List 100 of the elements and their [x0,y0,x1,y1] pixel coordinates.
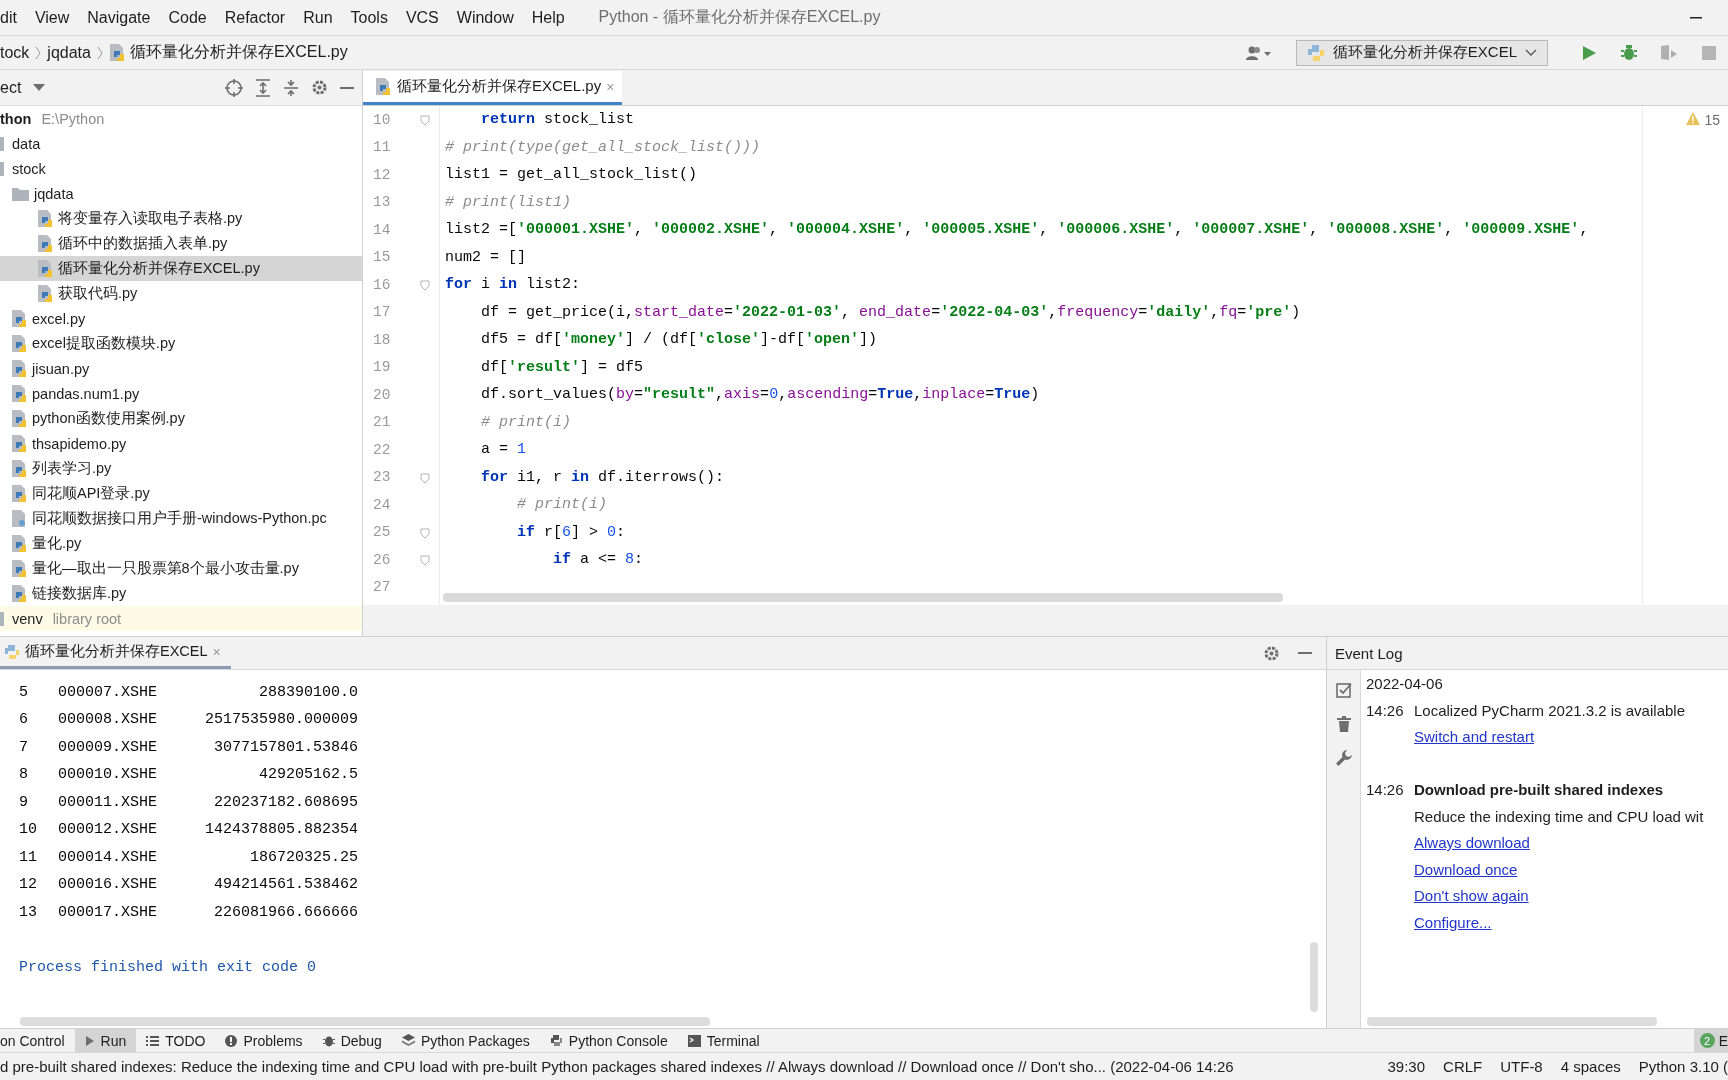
line-number: 17 [373,304,391,321]
fold-marker-icon[interactable] [420,472,430,484]
tree-item[interactable]: data [12,135,41,152]
tool-window-button[interactable]: Problems [215,1029,313,1052]
tree-item[interactable]: jqdata [34,185,74,202]
tree-item[interactable]: venv [12,610,43,627]
menu-item[interactable]: Tools [341,0,397,35]
tool-window-button[interactable]: Run [74,1029,137,1052]
tool-window-button[interactable]: Python Packages [391,1029,540,1052]
menu-item[interactable]: Navigate [78,0,160,35]
status-item[interactable]: UTF-8 [1500,1058,1543,1075]
tree-item[interactable]: 同花顺API登录.py [32,484,150,503]
output-index: 11 [18,848,38,866]
output-symbol: 000017.XSHE [58,903,159,921]
code-line: if a <= 8: [552,551,644,569]
python-file-icon [37,259,54,278]
output-value: 220237182.608695 [212,793,358,811]
breadcrumb[interactable]: 循环量化分析并保存EXCEL.py [129,42,348,63]
status-item[interactable]: 39:30 [1387,1058,1426,1075]
menu-item[interactable]: dit [0,0,26,35]
layers-icon [401,1034,415,1047]
line-number: 26 [373,551,391,568]
menu-item[interactable]: Refactor [215,0,295,35]
tree-item[interactable]: excel.py [32,310,86,327]
tool-window-button[interactable]: TODO [136,1029,216,1052]
tree-item[interactable]: 获取代码.py [58,284,138,303]
crosshair-icon[interactable] [225,78,243,97]
scrollbar[interactable] [443,593,1283,602]
tree-item[interactable]: 链接数据库.py [32,584,127,603]
breadcrumb[interactable]: tock [0,43,30,62]
code-line: num2 = [] [445,248,526,266]
breadcrumb[interactable]: jqdata [47,43,91,62]
output-index: 8 [18,766,29,784]
menu-item[interactable]: Help [522,0,574,35]
menu-item[interactable]: VCS [396,0,448,35]
panel-title: Event Log [1335,644,1403,662]
status-item[interactable]: 4 spaces [1560,1058,1621,1075]
menu-item[interactable]: Run [294,0,342,35]
stop-icon [1702,45,1716,60]
status-item[interactable]: Python 3.10 ( [1638,1058,1728,1075]
chevron-icon [35,45,42,60]
log-text: Reduce the indexing time and CPU load wit [1414,807,1704,825]
tree-item[interactable]: 量化—取出一只股票第8个最小攻击量.py [32,559,299,578]
tree-item[interactable]: 将变量存入读取电子表格.py [58,209,243,228]
status-item[interactable]: CRLF [1443,1058,1483,1075]
log-link[interactable]: Download once [1414,860,1518,878]
log-link[interactable]: Configure... [1414,913,1492,931]
trash-icon[interactable] [1336,716,1351,733]
python-file-icon [11,309,28,328]
event-log-button[interactable]: 2 E [1693,1029,1728,1052]
minimize-icon[interactable] [1690,16,1702,19]
output-symbol: 000011.XSHE [58,793,159,811]
run-configuration-dropdown[interactable]: 循环量化分析并保存EXCEL [1295,39,1548,66]
log-link[interactable]: Don't show again [1414,887,1529,905]
checkbox-icon[interactable] [1335,682,1352,699]
line-number: 16 [373,276,391,293]
log-link[interactable]: Switch and restart [1414,728,1535,746]
fold-marker-icon[interactable] [420,527,430,539]
settings-icon[interactable] [311,79,328,96]
python-file-icon [11,559,28,578]
wrench-icon[interactable] [1335,750,1352,767]
chevron-icon [1525,48,1537,57]
play-icon [84,1034,95,1047]
output-symbol: 000007.XSHE [58,683,159,701]
tree-item[interactable]: thon [0,110,32,127]
fold-marker-icon[interactable] [420,555,430,566]
tree-item[interactable]: stock [12,160,46,177]
menu-item[interactable]: View [25,0,79,35]
tool-window-button[interactable]: on Control [0,1029,75,1052]
tool-window-button[interactable]: Debug [312,1029,392,1052]
tree-item[interactable]: 列表学习.py [32,459,112,478]
tree-item[interactable]: pandas.num1.py [32,385,140,402]
tree-item[interactable]: jisuan.py [32,360,90,377]
tree-item[interactable]: thsapidemo.py [32,435,127,452]
tree-item[interactable]: excel提取函数模块.py [32,334,176,353]
status-message[interactable]: d pre-built shared indexes: Reduce the indexing time and CPU load with pre-built Python packages shared indexes // Always download // Download once // Don't sho... (2022-04-06 14:26 [0,1058,1234,1075]
tool-window-button[interactable]: Python Console [539,1029,678,1052]
tree-item[interactable]: 同花顺数据接口用户手册-windows-Python.pc [32,509,327,528]
warning-count[interactable]: 15 [1704,112,1720,128]
tree-item[interactable]: 量化.py [32,534,82,553]
editor-tab[interactable]: 循环量化分析并保存EXCEL.py × [363,71,623,105]
menu-item[interactable]: Code [159,0,216,35]
scrollbar[interactable] [20,1017,710,1026]
tool-window-button[interactable]: Terminal [677,1029,770,1052]
output-symbol: 000009.XSHE [58,738,159,756]
collapse-all-icon[interactable] [283,78,299,97]
output-index: 7 [18,738,29,756]
fold-marker-icon[interactable] [420,280,430,291]
tree-item[interactable]: 循环中的数据插入表单.py [58,234,228,253]
exit-message: Process finished with exit code 0 [19,958,317,976]
scrollbar[interactable] [1310,942,1318,1012]
project-view-dropdown[interactable]: ect [0,70,46,105]
scrollbar[interactable] [1367,1017,1657,1026]
log-link[interactable]: Always download [1414,834,1530,852]
settings-icon[interactable] [1263,644,1280,662]
output-index: 9 [18,793,29,811]
tree-item[interactable]: python函数使用案例.py [32,409,185,428]
menu-item[interactable]: Window [447,0,523,35]
expand-all-icon[interactable] [255,78,271,97]
fold-marker-icon[interactable] [420,115,430,126]
